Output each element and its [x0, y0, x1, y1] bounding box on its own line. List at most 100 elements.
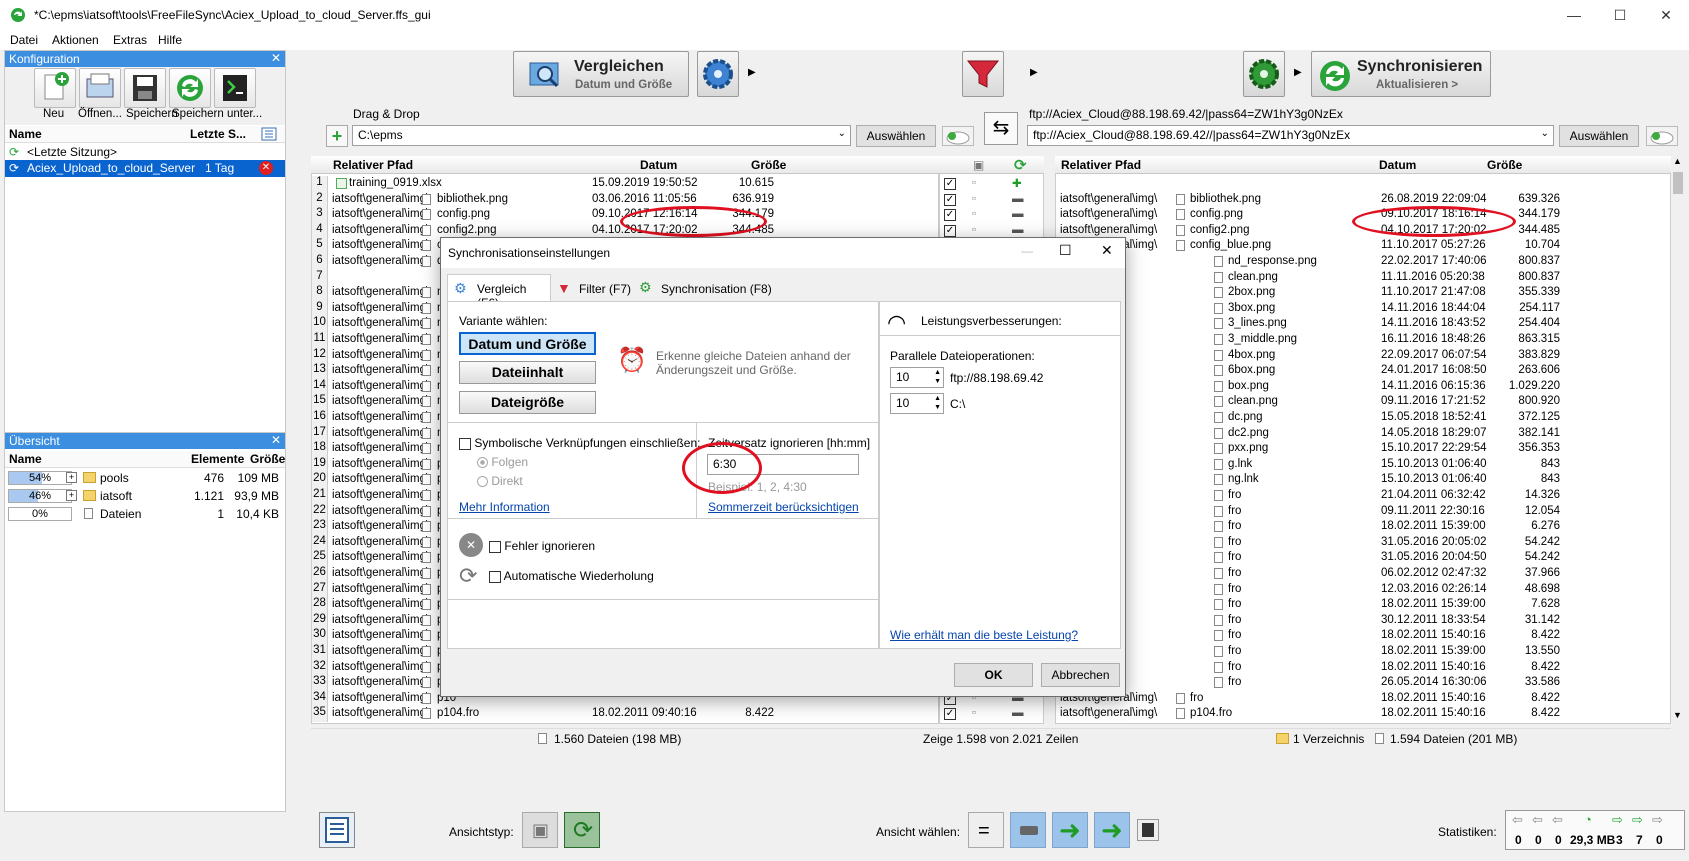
menu-extras[interactable]: Extras: [113, 33, 147, 47]
sync-icon[interactable]: ⟳: [1014, 156, 1027, 174]
tab-filter[interactable]: ▼ Filter (F7): [553, 278, 633, 302]
best-performance-link[interactable]: Wie erhält man die beste Leistung?: [890, 628, 1078, 642]
right-row[interactable]: 6box.png 24.01.2017 16:08:50 263.606: [1056, 363, 1670, 380]
config-item-selected[interactable]: ⟳ Aciex_Upload_to_cloud_Server 1 Tag ✕: [5, 160, 285, 177]
right-row[interactable]: fro 18.02.2011 15:40:16 8.422: [1056, 628, 1670, 645]
col-relative-path[interactable]: Relativer Pfad: [1061, 158, 1141, 172]
right-row[interactable]: nd_response.png 22.02.2017 17:40:06 800.…: [1056, 254, 1670, 271]
chevron-down-icon[interactable]: ⌄: [838, 128, 846, 139]
maximize-button[interactable]: ☐: [1597, 0, 1643, 30]
right-browse-button[interactable]: Auswählen: [1559, 125, 1639, 147]
cancel-button[interactable]: Abbrechen: [1041, 663, 1120, 687]
save-button[interactable]: [124, 68, 166, 108]
close-icon[interactable]: ✕: [271, 433, 281, 447]
right-row[interactable]: iatsoft\general\img\config_blue.png 11.1…: [1056, 238, 1670, 255]
new-button[interactable]: [34, 68, 76, 108]
col-name[interactable]: Name: [9, 452, 42, 466]
view-update-right-button[interactable]: ➜: [1094, 812, 1130, 848]
add-folder-pair-button[interactable]: +: [326, 125, 348, 147]
middle-row[interactable]: ✓ ▫ ✚: [940, 176, 1043, 193]
view-equal-button[interactable]: =: [968, 812, 1004, 848]
spinner-icon[interactable]: ▲ ▼: [934, 368, 941, 386]
open-button[interactable]: [79, 68, 121, 108]
close-button[interactable]: ✕: [1643, 0, 1689, 30]
cloud-button[interactable]: [942, 126, 974, 146]
col-size[interactable]: Größe: [1487, 158, 1522, 172]
sync-settings-button[interactable]: [1243, 51, 1285, 97]
close-icon[interactable]: ✕: [271, 51, 281, 65]
right-row[interactable]: 2box.png 11.10.2017 21:47:08 355.339: [1056, 285, 1670, 302]
col-date[interactable]: Datum: [1379, 158, 1416, 172]
close-button[interactable]: ✕: [1101, 242, 1113, 259]
right-row[interactable]: ng.lnk 15.10.2013 01:06:40 843: [1056, 472, 1670, 489]
overview-row[interactable]: 46% + iatsoft 1.121 93,9 MB: [5, 488, 285, 505]
col-last-sync[interactable]: Letzte S...: [190, 127, 246, 141]
col-date[interactable]: Datum: [640, 158, 677, 172]
right-row[interactable]: fro 18.02.2011 15:39:00 6.276: [1056, 519, 1670, 536]
dst-link[interactable]: Sommerzeit berücksichtigen: [708, 500, 859, 514]
camera-icon[interactable]: ▣: [973, 158, 984, 172]
expand-icon[interactable]: +: [66, 472, 77, 483]
left-row[interactable]: 1 training_0919.xlsx 15.09.2019 19:50:52…: [312, 176, 938, 193]
menu-aktionen[interactable]: Aktionen: [52, 33, 99, 47]
col-name[interactable]: Name: [9, 127, 42, 141]
right-row[interactable]: fro 18.02.2011 15:39:00 7.628: [1056, 597, 1670, 614]
overview-row[interactable]: 54% + pools 476 109 MB: [5, 470, 285, 487]
menu-datei[interactable]: Datei: [10, 33, 38, 47]
col-relative-path[interactable]: Relativer Pfad: [333, 158, 413, 172]
chevron-right-icon[interactable]: ▶: [748, 67, 756, 78]
maximize-button[interactable]: ☐: [1059, 242, 1072, 259]
symlinks-checkbox[interactable]: Symbolische Verknüpfungen einschließen:: [459, 436, 700, 450]
variant-date-size-button[interactable]: Datum und Größe: [459, 332, 596, 355]
config-view-button[interactable]: [319, 812, 355, 848]
expand-icon[interactable]: +: [66, 490, 77, 501]
tab-compare[interactable]: ⚙ Vergleich (F6): [447, 274, 551, 310]
tab-sync[interactable]: ⚙ Synchronisation (F8): [637, 278, 777, 302]
config-item[interactable]: ⟳ <Letzte Sitzung>: [5, 144, 285, 161]
swap-sides-button[interactable]: ⇆: [984, 112, 1018, 145]
menu-hilfe[interactable]: Hilfe: [158, 33, 182, 47]
cloud-button[interactable]: [1646, 126, 1678, 146]
more-info-link[interactable]: Mehr Information: [459, 500, 550, 514]
middle-row[interactable]: ✓ ▫ ▬: [940, 207, 1043, 224]
variant-size-button[interactable]: Dateigröße: [459, 391, 596, 414]
chevron-down-icon[interactable]: ⌄: [1541, 128, 1549, 139]
ok-button[interactable]: OK: [954, 663, 1033, 687]
overview-row[interactable]: 0% Dateien 1 10,4 KB: [5, 506, 285, 523]
chevron-right-icon[interactable]: ▶: [1294, 67, 1302, 78]
middle-row[interactable]: ✓ ▫ ▬: [940, 706, 1043, 723]
right-row[interactable]: clean.png 09.11.2016 17:21:52 800.920: [1056, 394, 1670, 411]
parallel-input-local[interactable]: 10 ▲ ▼: [890, 393, 944, 414]
parallel-input-ftp[interactable]: 10 ▲ ▼: [890, 367, 944, 388]
right-folder-input[interactable]: ftp://Aciex_Cloud@88.198.69.42//|pass64=…: [1027, 125, 1554, 146]
right-row[interactable]: fro 21.04.2011 06:32:42 14.326: [1056, 488, 1670, 505]
right-row[interactable]: pxx.png 15.10.2017 22:29:54 356.353: [1056, 441, 1670, 458]
scroll-down-icon[interactable]: ▼: [1673, 710, 1682, 720]
col-elements[interactable]: Elemente: [191, 452, 244, 466]
col-size[interactable]: Größe: [751, 158, 786, 172]
right-row[interactable]: dc.png 15.05.2018 18:52:41 372.125: [1056, 410, 1670, 427]
synchronize-button[interactable]: Synchronisieren Aktualisieren >: [1311, 51, 1491, 97]
spinner-icon[interactable]: ▲ ▼: [934, 394, 941, 412]
compare-button[interactable]: Vergleichen Datum und Größe: [513, 51, 689, 97]
filter-button[interactable]: [962, 51, 1004, 97]
view-create-right-button[interactable]: ➜: [1052, 812, 1088, 848]
compare-settings-button[interactable]: [697, 51, 739, 97]
minimize-button[interactable]: —: [1551, 0, 1597, 30]
left-browse-button[interactable]: Auswählen: [856, 125, 936, 147]
right-row[interactable]: 3_lines.png 14.11.2016 18:43:52 254.404: [1056, 316, 1670, 333]
right-row[interactable]: fro 18.02.2011 15:39:00 13.550: [1056, 644, 1670, 661]
right-row[interactable]: iatsoft\general\img\ p104.fro 18.02.2011 …: [1056, 706, 1670, 723]
right-row[interactable]: fro 26.05.2014 16:30:06 33.586: [1056, 675, 1670, 692]
sync-config-button[interactable]: [169, 68, 211, 108]
right-row[interactable]: 3_middle.png 16.11.2016 18:48:26 863.315: [1056, 332, 1670, 349]
view-type-sync-button[interactable]: ⟳: [564, 812, 600, 848]
view-type-files-button[interactable]: ▣: [522, 812, 558, 848]
auto-retry-checkbox[interactable]: Automatische Wiederholung: [489, 569, 654, 583]
vertical-scrollbar[interactable]: ▲ ▼: [1671, 156, 1685, 724]
left-row[interactable]: 35 iatsoft\general\img\ p104.fro 18.02.2…: [312, 706, 938, 723]
variant-content-button[interactable]: Dateiinhalt: [459, 361, 596, 384]
checkbox-icon[interactable]: [489, 540, 501, 553]
scroll-up-icon[interactable]: ▲: [1673, 156, 1682, 166]
chevron-right-icon[interactable]: ▶: [1030, 67, 1038, 78]
